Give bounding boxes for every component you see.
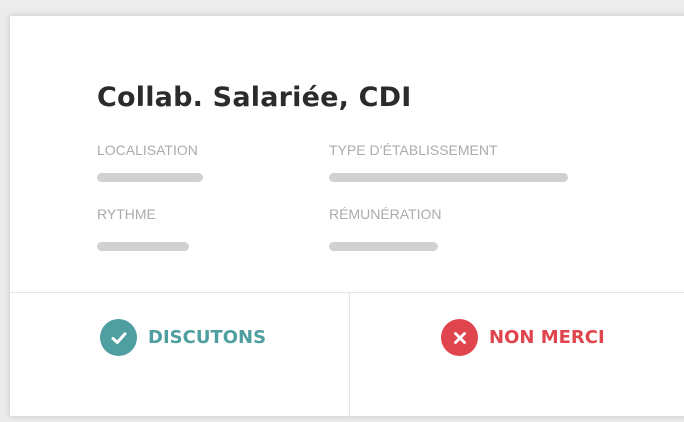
salary-placeholder-bar	[329, 242, 438, 251]
check-circle-icon	[100, 319, 137, 356]
job-title: Collab. Salariée, CDI	[97, 82, 412, 113]
discuss-button[interactable]: DISCUTONS	[100, 319, 266, 356]
establishment-type-placeholder-bar	[329, 173, 568, 182]
location-label: LOCALISATION	[97, 142, 198, 158]
decline-button[interactable]: NON MERCI	[441, 319, 605, 356]
rhythm-placeholder-bar	[97, 242, 189, 251]
decline-button-label: NON MERCI	[489, 327, 605, 348]
establishment-type-label: TYPE D’ÉTABLISSEMENT	[329, 142, 498, 158]
rhythm-label: RYTHME	[97, 206, 156, 222]
discuss-button-label: DISCUTONS	[148, 327, 267, 348]
actions-separator	[349, 292, 350, 422]
job-offer-card: Collab. Salariée, CDI LOCALISATION TYPE …	[10, 16, 684, 422]
salary-label: RÉMUNÉRATION	[329, 206, 442, 222]
actions-divider	[10, 292, 684, 293]
close-circle-icon	[441, 319, 478, 356]
location-placeholder-bar	[97, 173, 203, 182]
